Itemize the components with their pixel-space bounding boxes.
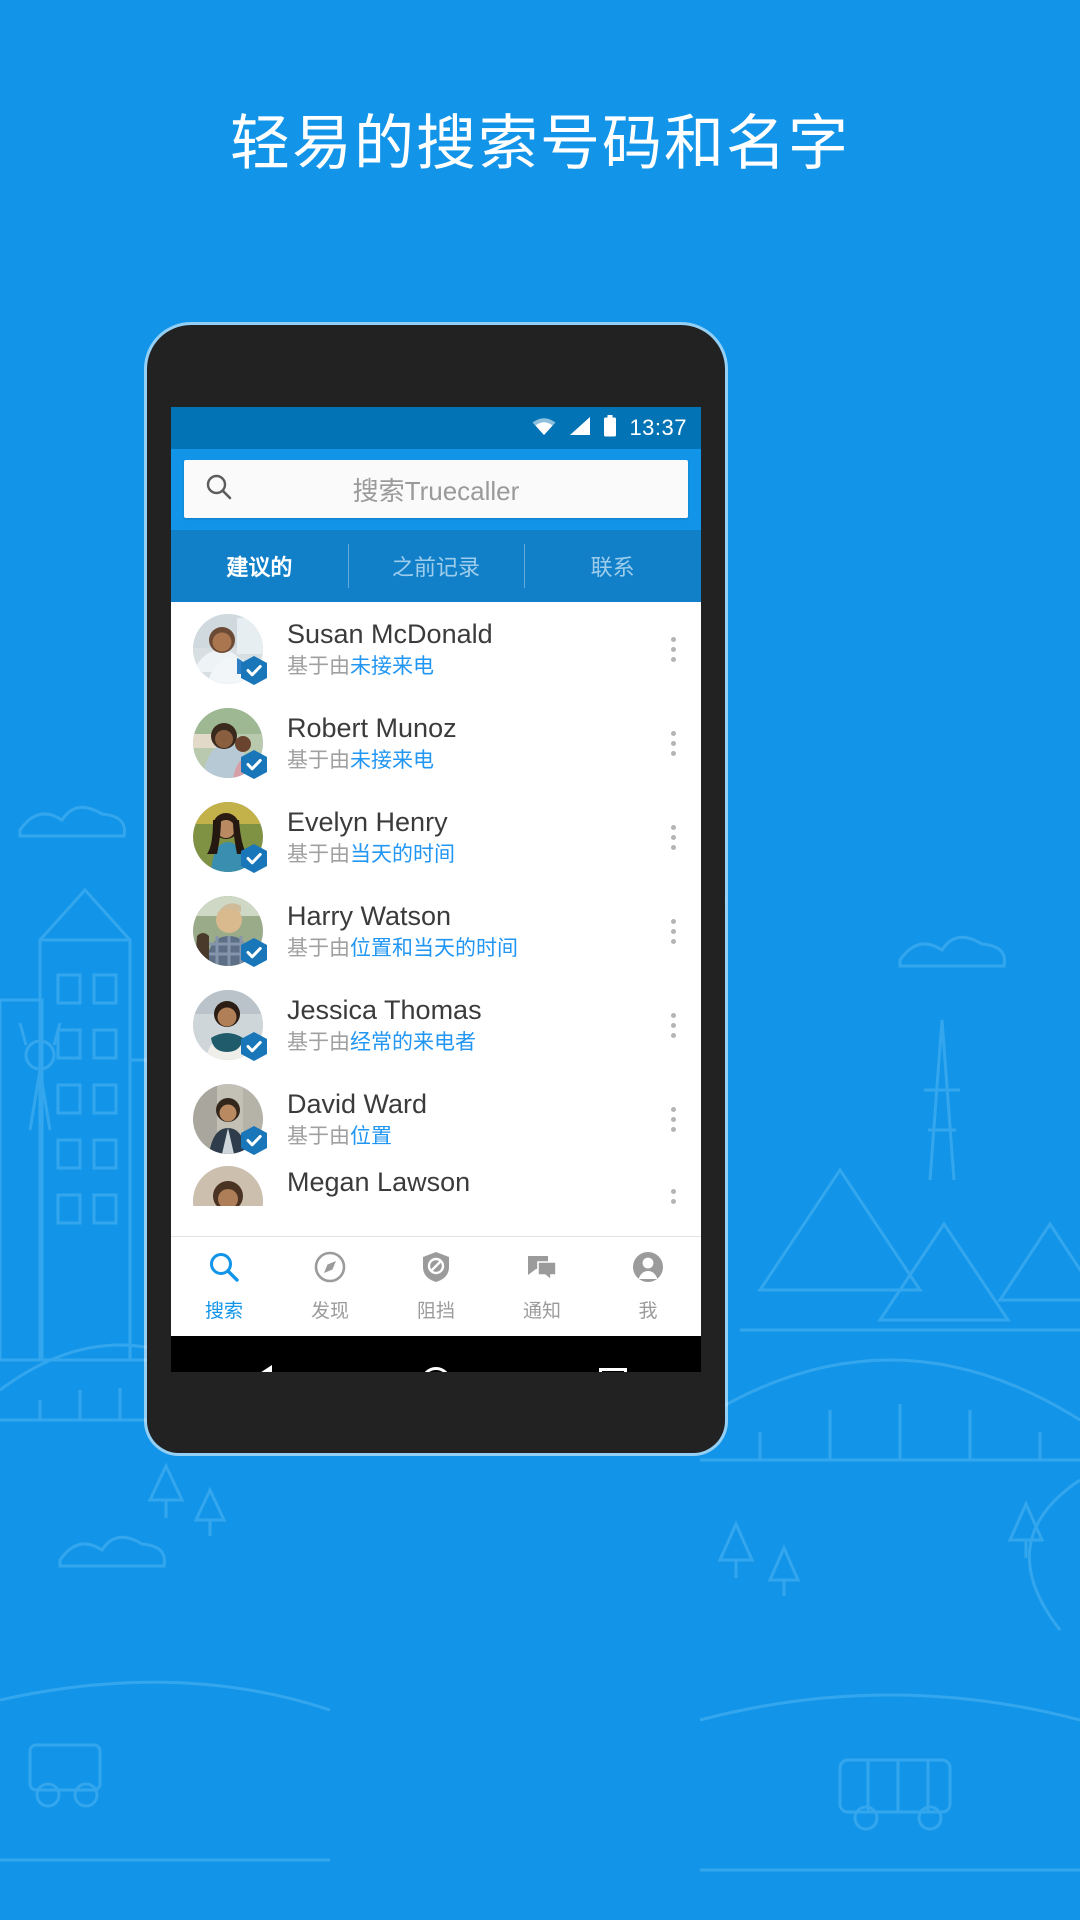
- signal-icon: [569, 416, 591, 441]
- overflow-menu-icon[interactable]: [645, 802, 701, 872]
- list-item[interactable]: Harry Watson 基于由位置和当天的时间: [171, 884, 701, 978]
- nav-item-notifications[interactable]: 通知: [489, 1250, 595, 1323]
- page-title: 轻易的搜索号码和名字: [230, 110, 850, 177]
- contact-reason: 基于由经常的来电者: [287, 1029, 645, 1056]
- recents-button[interactable]: [591, 1360, 635, 1372]
- list-item-text: David Ward 基于由位置: [287, 1088, 645, 1150]
- overflow-menu-icon[interactable]: [645, 896, 701, 966]
- android-navigation-bar: [171, 1336, 701, 1372]
- phone-mockup: 13:37 搜索Truecaller 建议的 之前记录 联系 Susan McD…: [147, 325, 725, 1453]
- reason-link[interactable]: 位置: [350, 1125, 392, 1148]
- overflow-menu-icon[interactable]: [645, 708, 701, 778]
- reason-prefix: 基于由: [287, 654, 350, 678]
- list-item-text: Megan Lawson: [287, 1166, 645, 1199]
- contact-name: Jessica Thomas: [287, 994, 482, 1025]
- list-item-text: Evelyn Henry 基于由当天的时间: [287, 806, 645, 868]
- search-bar-container: 搜索Truecaller: [171, 449, 701, 530]
- list-item[interactable]: Susan McDonald 基于由未接来电: [171, 602, 701, 696]
- list-item[interactable]: Evelyn Henry 基于由当天的时间: [171, 790, 701, 884]
- wifi-icon: [531, 416, 557, 441]
- battery-icon: [603, 414, 617, 442]
- chat-bubbles-icon: [525, 1250, 559, 1289]
- reason-link[interactable]: 位置和当天的时间: [350, 937, 518, 960]
- tab-contacts[interactable]: 联系: [524, 530, 701, 602]
- list-item[interactable]: Robert Munoz 基于由未接来电: [171, 696, 701, 790]
- verified-badge-icon: [241, 844, 267, 873]
- reason-prefix: 基于由: [287, 842, 350, 866]
- nav-label: 通知: [522, 1301, 561, 1322]
- bottom-navigation: 搜索 发现 阻挡 通知 我: [171, 1236, 701, 1336]
- nav-item-search[interactable]: 搜索: [171, 1250, 277, 1323]
- list-item-text: Robert Munoz 基于由未接来电: [287, 712, 645, 774]
- verified-badge-icon: [241, 1126, 267, 1155]
- nav-label: 阻挡: [416, 1301, 455, 1322]
- avatar: [193, 1084, 267, 1155]
- verified-badge-icon: [241, 1032, 267, 1061]
- contact-name: Evelyn Henry: [287, 806, 448, 837]
- tab-bar: 建议的 之前记录 联系: [171, 530, 701, 602]
- reason-prefix: 基于由: [287, 1030, 350, 1054]
- contact-name: Susan McDonald: [287, 618, 493, 649]
- person-icon: [631, 1250, 665, 1289]
- reason-link[interactable]: 经常的来电者: [350, 1031, 476, 1054]
- verified-badge-icon: [241, 938, 267, 967]
- status-bar: 13:37: [171, 407, 701, 449]
- list-item[interactable]: David Ward 基于由位置: [171, 1072, 701, 1166]
- avatar: [193, 614, 267, 685]
- reason-prefix: 基于由: [287, 1124, 350, 1148]
- back-button[interactable]: [237, 1360, 281, 1372]
- nav-label: 发现: [310, 1301, 349, 1322]
- contact-name: Harry Watson: [287, 900, 452, 931]
- avatar: [193, 896, 267, 967]
- home-button[interactable]: [414, 1360, 458, 1372]
- search-icon: [204, 472, 234, 507]
- avatar: [193, 1166, 263, 1206]
- nav-label: 搜索: [204, 1301, 243, 1322]
- overflow-menu-icon[interactable]: [645, 990, 701, 1060]
- contact-reason: 基于由位置和当天的时间: [287, 935, 645, 962]
- suggestion-list[interactable]: Susan McDonald 基于由未接来电 Robert Munoz 基于由未…: [171, 602, 701, 1236]
- contact-name: David Ward: [287, 1088, 428, 1119]
- list-item[interactable]: Megan Lawson: [171, 1166, 701, 1206]
- compass-icon: [313, 1250, 347, 1289]
- search-icon: [207, 1250, 241, 1289]
- avatar: [193, 990, 267, 1061]
- list-item-text: Jessica Thomas 基于由经常的来电者: [287, 994, 645, 1056]
- contact-name: Megan Lawson: [287, 1167, 471, 1197]
- avatar: [193, 708, 267, 779]
- contact-reason: 基于由未接来电: [287, 653, 645, 680]
- phone-screen: 13:37 搜索Truecaller 建议的 之前记录 联系 Susan McD…: [171, 407, 701, 1372]
- reason-link[interactable]: 未接来电: [350, 749, 434, 772]
- nav-item-profile[interactable]: 我: [595, 1250, 701, 1323]
- reason-prefix: 基于由: [287, 936, 350, 960]
- reason-prefix: 基于由: [287, 748, 350, 772]
- nav-item-discover[interactable]: 发现: [277, 1250, 383, 1323]
- reason-link[interactable]: 未接来电: [350, 655, 434, 678]
- contact-reason: 基于由当天的时间: [287, 841, 645, 868]
- reason-link[interactable]: 当天的时间: [350, 843, 455, 866]
- tab-history[interactable]: 之前记录: [347, 530, 525, 602]
- contact-reason: 基于由未接来电: [287, 747, 645, 774]
- list-item[interactable]: Jessica Thomas 基于由经常的来电者: [171, 978, 701, 1072]
- nav-label: 我: [638, 1301, 658, 1322]
- overflow-menu-icon[interactable]: [645, 1084, 701, 1154]
- verified-badge-icon: [241, 750, 267, 779]
- contact-name: Robert Munoz: [287, 712, 457, 743]
- list-item-text: Susan McDonald 基于由未接来电: [287, 618, 645, 680]
- block-icon: [419, 1250, 453, 1289]
- search-input[interactable]: 搜索Truecaller: [184, 460, 688, 518]
- contact-reason: 基于由位置: [287, 1123, 645, 1150]
- tab-suggested[interactable]: 建议的: [171, 530, 348, 602]
- avatar: [193, 802, 267, 873]
- nav-item-block[interactable]: 阻挡: [383, 1250, 489, 1323]
- status-bar-time: 13:37: [629, 415, 687, 440]
- search-placeholder: 搜索Truecaller: [352, 475, 520, 506]
- verified-badge-icon: [241, 656, 267, 685]
- list-item-text: Harry Watson 基于由位置和当天的时间: [287, 900, 645, 962]
- overflow-menu-icon[interactable]: [645, 614, 701, 684]
- overflow-menu-icon[interactable]: [645, 1166, 701, 1206]
